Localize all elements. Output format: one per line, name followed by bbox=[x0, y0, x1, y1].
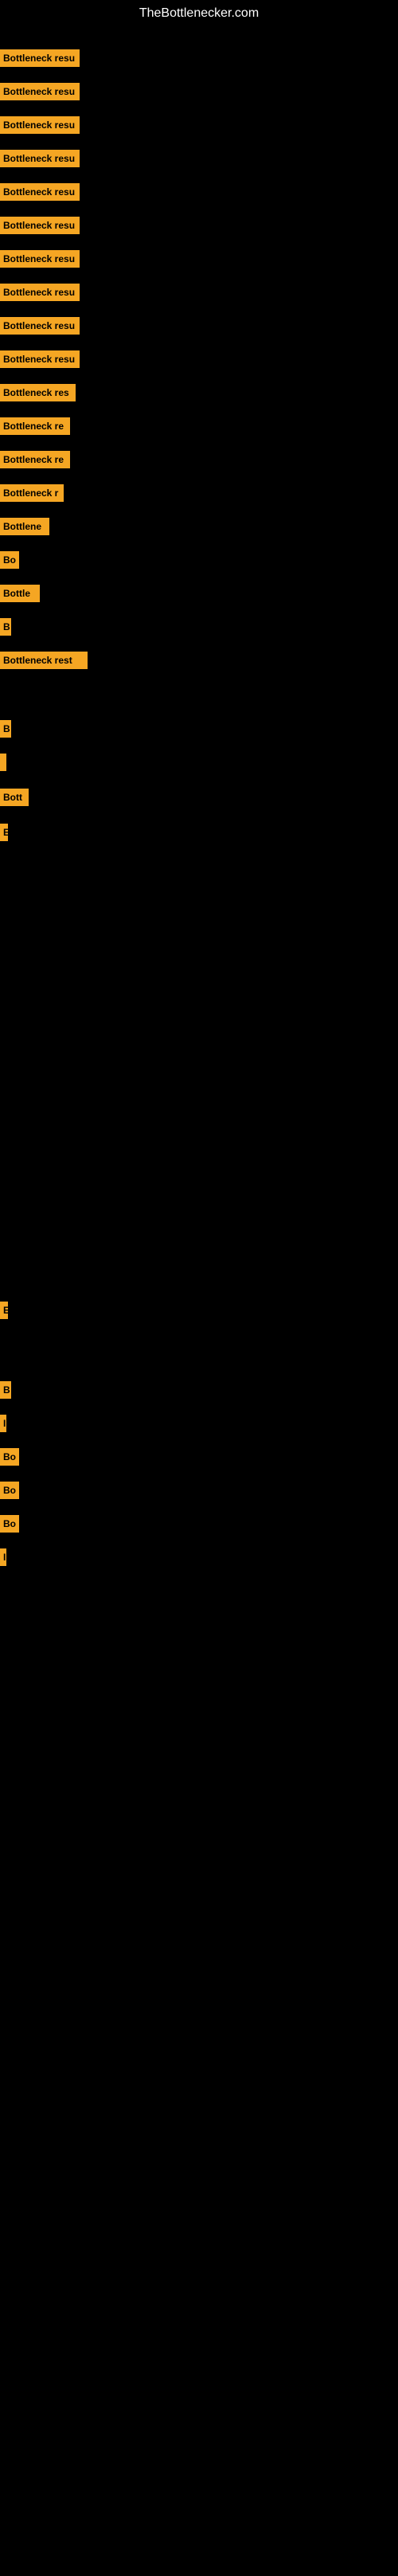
bar-label bbox=[0, 754, 6, 771]
bar-label: I bbox=[0, 1415, 6, 1432]
bar-label: E bbox=[0, 824, 8, 841]
bar-row: Bottleneck res bbox=[0, 384, 76, 401]
bar-row: Bo bbox=[0, 1482, 19, 1499]
bar-label: B bbox=[0, 720, 11, 738]
bar-label: Bottlene bbox=[0, 518, 49, 535]
bar-label: E bbox=[0, 1302, 8, 1319]
bar-row: B bbox=[0, 720, 11, 738]
bar-row: Bottleneck resu bbox=[0, 250, 80, 268]
bar-row: Bottleneck resu bbox=[0, 183, 80, 201]
bar-label: Bo bbox=[0, 551, 19, 569]
bar-label: Bottleneck resu bbox=[0, 350, 80, 368]
bar-row: E bbox=[0, 824, 8, 841]
bar-row: Bottleneck re bbox=[0, 417, 70, 435]
bar-row: Bottleneck resu bbox=[0, 217, 80, 234]
bar-row: I bbox=[0, 1415, 6, 1432]
bar-row: Bottleneck rest bbox=[0, 652, 88, 669]
bar-row: Bottleneck resu bbox=[0, 150, 80, 167]
bar-row: Bo bbox=[0, 1515, 19, 1533]
bar-label: Bottleneck resu bbox=[0, 284, 80, 301]
bar-label: Bottleneck resu bbox=[0, 317, 80, 335]
bar-row: Bottleneck r bbox=[0, 484, 64, 502]
bar-row: Bottleneck resu bbox=[0, 83, 80, 100]
bar-row bbox=[0, 754, 6, 771]
bar-label: Bottleneck resu bbox=[0, 217, 80, 234]
bar-label: Bottleneck re bbox=[0, 451, 70, 468]
bar-row: Bottleneck resu bbox=[0, 116, 80, 134]
bar-row: Bott bbox=[0, 789, 29, 806]
bar-row: Bottleneck re bbox=[0, 451, 70, 468]
site-title: TheBottlenecker.com bbox=[0, 0, 398, 27]
bar-label: Bottleneck r bbox=[0, 484, 64, 502]
bar-label: Bottleneck resu bbox=[0, 83, 80, 100]
bar-row: I bbox=[0, 1548, 6, 1566]
bar-label: I bbox=[0, 1548, 6, 1566]
bar-row: Bottleneck resu bbox=[0, 350, 80, 368]
bar-row: Bottlene bbox=[0, 518, 49, 535]
bar-row: E bbox=[0, 1302, 8, 1319]
bar-label: Bottleneck rest bbox=[0, 652, 88, 669]
bar-row: Bottleneck resu bbox=[0, 317, 80, 335]
bar-row: Bottle bbox=[0, 585, 40, 602]
bar-label: Bottleneck resu bbox=[0, 250, 80, 268]
bar-row: B bbox=[0, 1381, 11, 1399]
bar-label: Bottleneck resu bbox=[0, 116, 80, 134]
bar-label: Bottleneck re bbox=[0, 417, 70, 435]
bar-label: Bottleneck resu bbox=[0, 49, 80, 67]
bar-label: Bo bbox=[0, 1515, 19, 1533]
bar-label: B bbox=[0, 1381, 11, 1399]
bar-label: Bottleneck resu bbox=[0, 150, 80, 167]
bar-label: B bbox=[0, 618, 11, 636]
bar-label: Bottle bbox=[0, 585, 40, 602]
bar-label: Bott bbox=[0, 789, 29, 806]
bar-label: Bo bbox=[0, 1448, 19, 1466]
bar-label: Bottleneck resu bbox=[0, 183, 80, 201]
bar-row: Bo bbox=[0, 1448, 19, 1466]
bar-label: Bottleneck res bbox=[0, 384, 76, 401]
bar-row: Bottleneck resu bbox=[0, 284, 80, 301]
bar-row: B bbox=[0, 618, 11, 636]
bar-row: Bottleneck resu bbox=[0, 49, 80, 67]
bar-label: Bo bbox=[0, 1482, 19, 1499]
bar-row: Bo bbox=[0, 551, 19, 569]
